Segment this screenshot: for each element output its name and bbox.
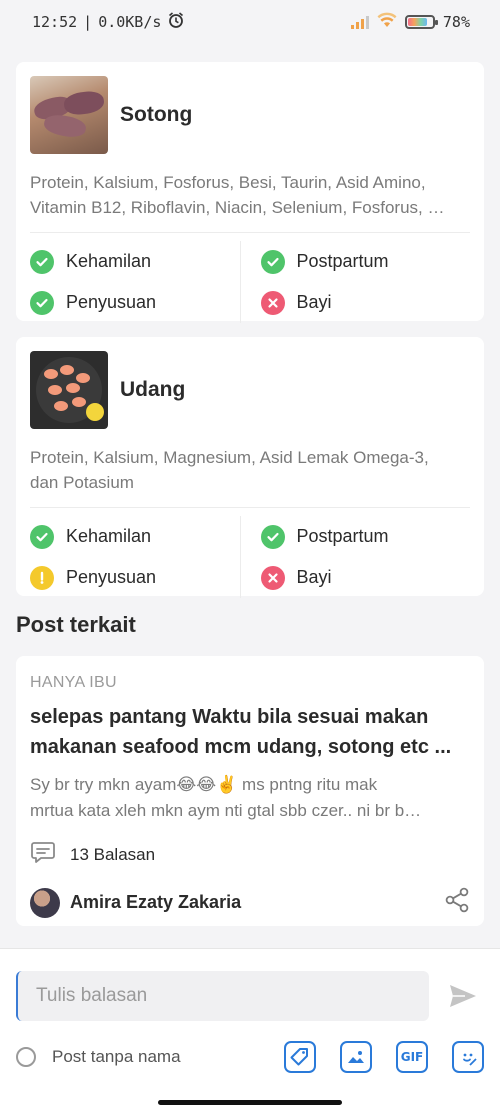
divider: [30, 507, 470, 508]
food-name: Udang: [120, 378, 186, 401]
safety-status-grid: Kehamilan Penyusuan Postpartum Bayi: [30, 516, 470, 598]
wifi-icon: [377, 12, 397, 32]
status-kehamilan: Kehamilan: [30, 516, 240, 557]
status-postpartum: Postpartum: [260, 241, 471, 282]
gif-icon[interactable]: GIF: [396, 1041, 428, 1073]
check-icon: [30, 249, 54, 274]
related-post-card[interactable]: HANYA IBU selepas pantang Waktu bila ses…: [16, 656, 484, 926]
food-nutrients: Protein, Kalsium, Fosforus, Besi, Taurin…: [30, 173, 445, 217]
reply-input[interactable]: [16, 971, 429, 1021]
post-excerpt: Sy br try mkn ayam😂😂✌️ ms pntng ritu mak…: [30, 775, 422, 820]
status-bayi: Bayi: [260, 557, 471, 598]
radio-button[interactable]: [16, 1047, 36, 1067]
related-posts-heading: Post terkait: [16, 612, 136, 637]
safety-status-grid: Kehamilan Penyusuan Postpartum Bayi: [30, 241, 470, 323]
tag-icon[interactable]: [284, 1041, 316, 1073]
avatar: [30, 887, 60, 918]
status-kehamilan: Kehamilan: [30, 241, 240, 282]
status-postpartum: Postpartum: [260, 516, 471, 557]
image-icon[interactable]: [340, 1041, 372, 1073]
status-bar: 12:52 | 0.0KB/s 78%: [0, 0, 500, 44]
status-penyusuan: Penyusuan: [30, 557, 240, 598]
anonymous-toggle[interactable]: Post tanpa nama: [16, 1047, 181, 1067]
divider: [30, 232, 470, 233]
network-speed: 0.0KB/s: [98, 13, 162, 31]
food-name: Sotong: [120, 103, 193, 126]
check-icon: [260, 249, 285, 274]
home-indicator[interactable]: [158, 1100, 342, 1105]
check-icon: [30, 524, 54, 549]
check-icon: [30, 290, 54, 315]
cross-icon: [260, 290, 285, 315]
comment-icon: [30, 840, 56, 869]
battery-icon: [404, 15, 438, 29]
share-icon[interactable]: [444, 887, 470, 918]
reply-count[interactable]: 13 Balasan: [30, 840, 470, 869]
reply-composer: Post tanpa nama GIF: [0, 948, 500, 1111]
food-image: [30, 351, 108, 429]
sticker-icon[interactable]: [452, 1041, 484, 1073]
status-bayi: Bayi: [260, 282, 471, 323]
status-penyusuan: Penyusuan: [30, 282, 240, 323]
food-image: [30, 76, 108, 154]
check-icon: [260, 524, 285, 549]
send-icon[interactable]: [447, 980, 479, 1012]
clock: 12:52: [32, 13, 78, 31]
battery-level: 78%: [442, 13, 470, 31]
signal-icon: [350, 15, 369, 29]
warning-icon: [30, 565, 54, 590]
alarm-icon: [167, 11, 185, 33]
food-card-sotong[interactable]: Sotong Protein, Kalsium, Fosforus, Besi,…: [16, 62, 484, 323]
food-card-udang[interactable]: Udang Protein, Kalsium, Magnesium, Asid …: [16, 337, 484, 598]
post-category: HANYA IBU: [30, 674, 117, 691]
cross-icon: [260, 565, 285, 590]
food-nutrients: Protein, Kalsium, Magnesium, Asid Lemak …: [30, 448, 429, 492]
post-title[interactable]: selepas pantang Waktu bila sesuai makan …: [30, 702, 470, 762]
post-author[interactable]: Amira Ezaty Zakaria: [30, 887, 241, 918]
